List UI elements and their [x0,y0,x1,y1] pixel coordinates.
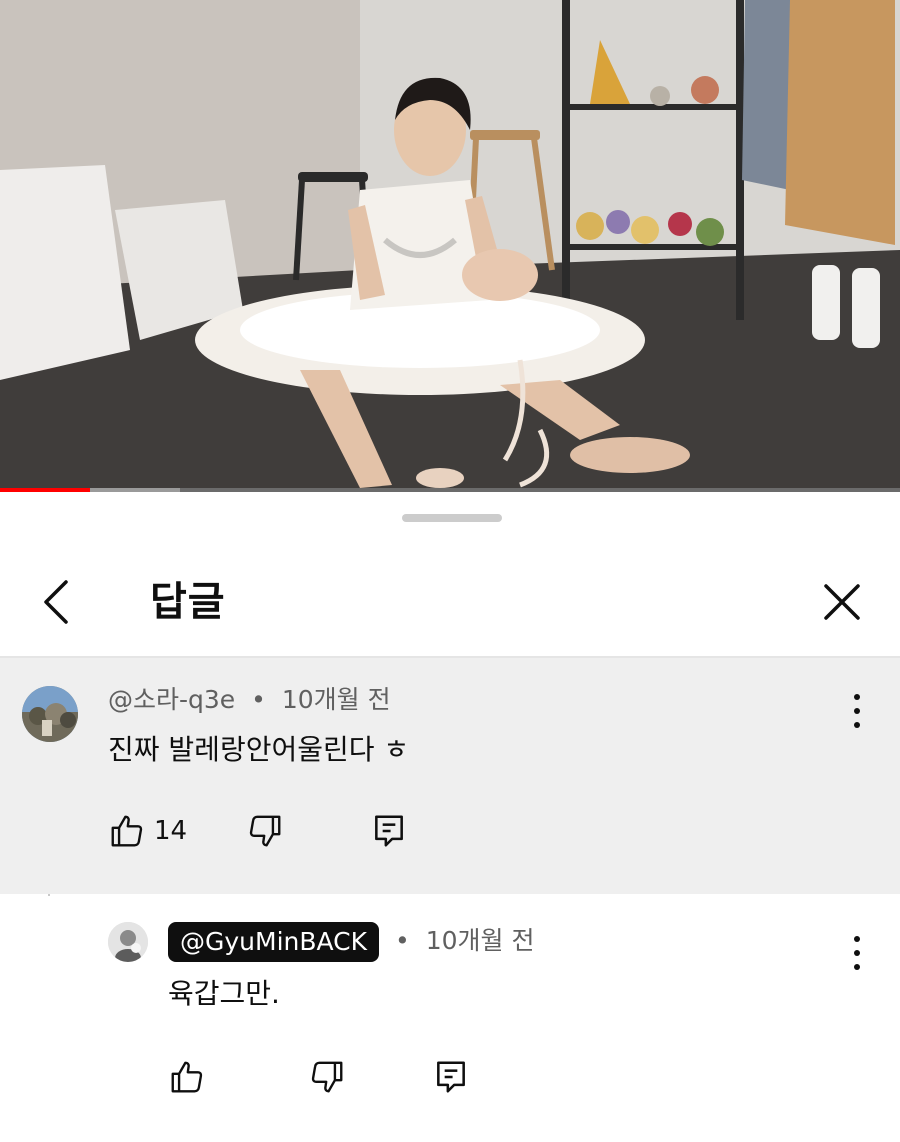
close-button[interactable] [814,574,870,630]
reply-icon [375,815,403,847]
video-frame [0,0,900,488]
dislike-button[interactable] [308,1054,346,1100]
avatar[interactable] [108,922,148,962]
avatar[interactable] [22,686,78,742]
thumbs-down-icon [311,1061,343,1093]
author-handle[interactable]: @소라-q3e [108,685,235,714]
replies-sheet: 답글 @소라-q3e • 10개월 전 진짜 발레랑안어울린다 ㅎ 14 @Gy… [0,492,900,1142]
reply-icon [437,1061,465,1093]
reply-button[interactable] [370,808,408,854]
comment-text: 육갑그만. [168,977,280,1010]
comment-text: 진짜 발레랑안어울린다 ㅎ [108,733,410,766]
parent-comment: @소라-q3e • 10개월 전 진짜 발레랑안어울린다 ㅎ 14 [0,658,900,894]
reply-comment: @GyuMinBACK • 10개월 전 육갑그만. [0,896,900,1142]
sheet-title: 답글 [150,579,226,625]
back-button[interactable] [30,574,86,630]
dislike-button[interactable] [246,808,284,854]
close-icon [824,584,860,620]
drag-handle[interactable] [402,514,502,522]
thumbs-up-icon [171,1061,203,1093]
meta-separator: • [395,926,410,955]
video-player[interactable] [0,0,900,488]
like-count: 14 [154,816,188,846]
thumbs-down-icon [249,815,281,847]
reply-button[interactable] [432,1054,470,1100]
comment-meta: @GyuMinBACK • 10개월 전 [168,922,534,962]
meta-separator: • [251,685,266,714]
like-button[interactable]: 14 [108,808,187,854]
like-button[interactable] [168,1054,214,1100]
comment-time: 10개월 전 [281,685,391,714]
avatar-image [22,686,78,742]
thumbs-up-icon [111,815,143,847]
more-options-button[interactable] [842,688,872,734]
sheet-header: 답글 [0,552,900,652]
chevron-left-icon [44,580,68,624]
author-handle-chip[interactable]: @GyuMinBACK [168,922,380,962]
more-vertical-icon [854,694,860,728]
comment-time: 10개월 전 [425,926,535,955]
comment-meta: @소라-q3e • 10개월 전 [108,682,391,718]
avatar-image [108,922,148,962]
more-options-button[interactable] [842,930,872,976]
more-vertical-icon [854,936,860,970]
